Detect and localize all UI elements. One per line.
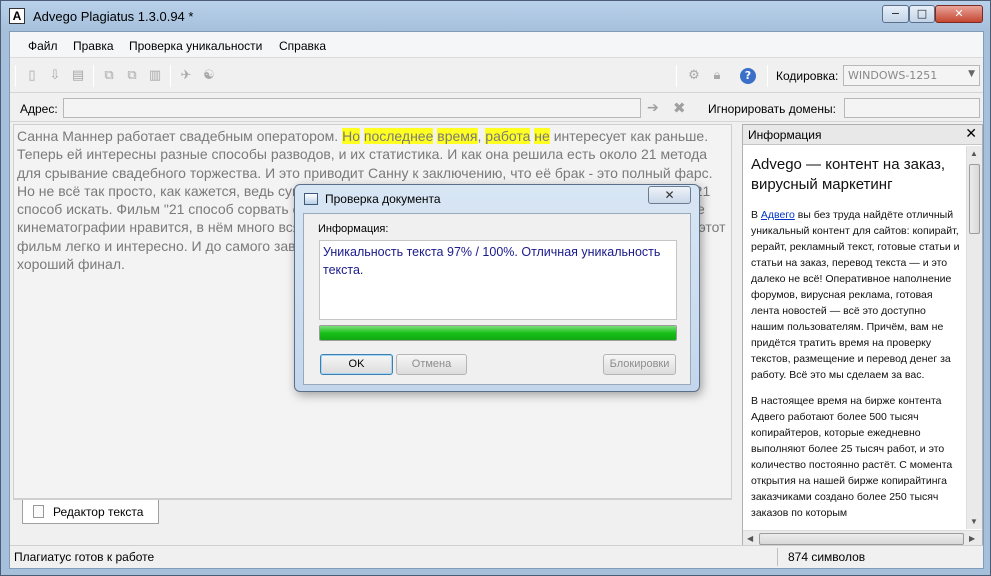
- chevron-down-icon: ▼: [968, 69, 975, 79]
- dialog-body: Информация: Уникальность текста 97% / 10…: [303, 213, 691, 385]
- minimize-button[interactable]: −: [882, 5, 909, 23]
- toolbar-separator: [15, 65, 16, 87]
- toolbar-separator: [676, 65, 677, 87]
- advego-link[interactable]: Адвего: [761, 209, 795, 221]
- menu-edit[interactable]: Правка: [73, 39, 114, 53]
- encoding-select[interactable]: WINDOWS-1251 ▼: [843, 65, 980, 86]
- info-paragraph: В настоящее время на бирже контента Адве…: [751, 395, 953, 519]
- cut-icon[interactable]: ⧉: [124, 68, 140, 84]
- dialog-message: Уникальность текста 97% / 100%. Отличная…: [319, 240, 677, 320]
- scroll-left-icon[interactable]: ◀: [747, 534, 753, 543]
- ok-button[interactable]: OK: [320, 354, 393, 375]
- menu-file[interactable]: Файл: [28, 39, 58, 53]
- address-label: Адрес:: [20, 102, 58, 116]
- scroll-right-icon[interactable]: ▶: [969, 534, 975, 543]
- ignore-domains-input[interactable]: [844, 98, 980, 118]
- char-count: 874 символов: [788, 550, 866, 564]
- toolbar-separator: [170, 65, 171, 87]
- status-message: Плагиатус готов к работе: [14, 550, 155, 564]
- check-document-dialog: Проверка документа ✕ Информация: Уникаль…: [294, 184, 700, 392]
- menu-check[interactable]: Проверка уникальности: [129, 39, 262, 53]
- save-icon[interactable]: ▤: [70, 68, 86, 84]
- scroll-thumb[interactable]: [969, 164, 980, 234]
- tab-label: Редактор текста: [53, 505, 144, 519]
- highlight-match: последнее: [363, 128, 434, 144]
- highlight-match: не: [534, 128, 550, 144]
- info-heading: Advego — контент на заказ, вирусный марк…: [751, 156, 946, 193]
- info-panel-title: Информация: [748, 128, 822, 142]
- dialog-window-icon: [304, 193, 318, 205]
- address-bar: Адрес: ➔ ✖ Игнорировать домены:: [10, 94, 983, 122]
- status-separator: [777, 548, 778, 566]
- app-window: A Advego Plagiatus 1.3.0.94 * − □ ✕ Файл…: [0, 0, 991, 576]
- copy-icon[interactable]: ⧉: [101, 68, 117, 84]
- encoding-value: WINDOWS-1251: [848, 69, 938, 82]
- info-panel-content: Advego — контент на заказ, вирусный марк…: [751, 155, 961, 529]
- ignore-domains-label: Игнорировать домены:: [708, 102, 836, 116]
- window-title: Advego Plagiatus 1.3.0.94 *: [33, 9, 194, 24]
- highlight-match: время: [437, 128, 478, 144]
- status-bar: Плагиатус готов к работе 874 символов: [10, 545, 983, 568]
- progress-bar: [319, 325, 677, 341]
- menu-bar: Файл Правка Проверка уникальности Справк…: [10, 32, 983, 58]
- info-panel-header: Информация ✕: [743, 125, 982, 145]
- dialog-close-button[interactable]: ✕: [648, 186, 691, 204]
- deep-check-icon[interactable]: ☯: [201, 68, 217, 84]
- dialog-info-label: Информация:: [318, 223, 389, 235]
- paste-icon[interactable]: ▥: [147, 68, 163, 84]
- app-logo-icon: A: [9, 8, 25, 24]
- menu-help[interactable]: Справка: [279, 39, 326, 53]
- highlight-match: работа: [485, 128, 531, 144]
- lock-icon[interactable]: 🔒︎: [709, 68, 725, 84]
- info-paragraph: В Адвего вы без труда найдёте отличный у…: [751, 207, 961, 383]
- help-icon[interactable]: ?: [740, 68, 756, 84]
- clear-address-icon[interactable]: ✖: [673, 99, 686, 117]
- toolbar-separator: [93, 65, 94, 87]
- scroll-thumb[interactable]: [759, 533, 964, 545]
- open-html-icon[interactable]: ⇩: [47, 68, 63, 84]
- title-bar[interactable]: A Advego Plagiatus 1.3.0.94 * − □ ✕: [1, 1, 990, 31]
- highlight-match: Но: [342, 128, 360, 144]
- info-text: В: [751, 209, 761, 221]
- go-arrow-icon[interactable]: ➔: [647, 100, 659, 116]
- address-input[interactable]: [63, 98, 641, 118]
- close-icon[interactable]: ✕: [965, 126, 977, 142]
- editor-text-segment: Санна Маннер работает свадебным оператор…: [17, 128, 343, 144]
- info-panel: Информация ✕ Advego — контент на заказ, …: [742, 124, 983, 548]
- toolbar: ▯ ⇩ ▤ ⧉ ⧉ ▥ ✈ ☯ ⚙ 🔒︎ ? Кодировка: WINDOW…: [10, 59, 983, 93]
- scroll-down-icon[interactable]: ▼: [970, 517, 978, 526]
- document-icon: [33, 505, 44, 518]
- scroll-up-icon[interactable]: ▲: [970, 149, 978, 158]
- editor-tab-strip: Редактор текста: [13, 499, 732, 529]
- check-uniqueness-icon[interactable]: ✈: [178, 68, 194, 84]
- cancel-button[interactable]: Отмена: [396, 354, 467, 375]
- new-document-icon[interactable]: ▯: [24, 68, 40, 84]
- blocks-button[interactable]: Блокировки: [603, 354, 676, 375]
- progress-fill: [320, 326, 676, 340]
- tab-text-editor[interactable]: Редактор текста: [22, 500, 159, 524]
- info-text: вы без труда найдёте отличный уникальный…: [751, 209, 960, 381]
- dialog-title: Проверка документа: [325, 192, 441, 206]
- settings-gear-icon[interactable]: ⚙: [686, 68, 702, 84]
- encoding-label: Кодировка:: [776, 69, 839, 83]
- vertical-scrollbar[interactable]: ▲ ▼: [966, 146, 982, 529]
- close-window-button[interactable]: ✕: [935, 5, 983, 23]
- toolbar-separator: [767, 65, 768, 87]
- maximize-button[interactable]: □: [909, 5, 935, 23]
